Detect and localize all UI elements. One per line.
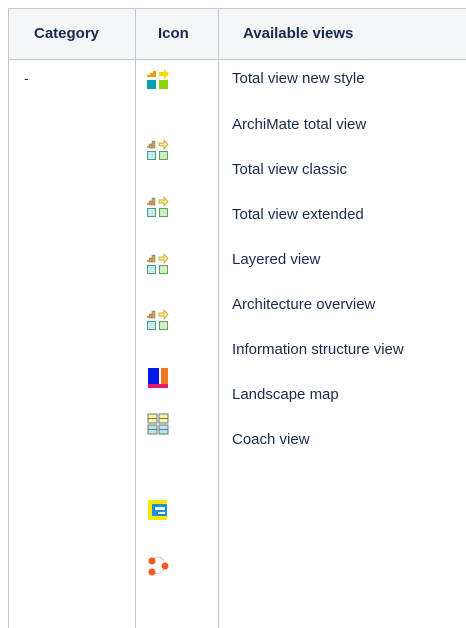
view-total-view-classic: Total view classic [232, 161, 348, 178]
view-landscape-map: Landscape map [232, 386, 339, 403]
coach-view-icon [148, 556, 169, 576]
header-icon: Icon [158, 25, 189, 42]
view-information-structure-view: Information structure view [232, 341, 404, 358]
total-view-extended-icon [147, 253, 169, 274]
header-available-views: Available views [243, 25, 354, 42]
view-archimate-total-view: ArchiMate total view [232, 116, 367, 133]
table-border-left [8, 8, 9, 628]
layered-view-icon [147, 309, 169, 330]
total-view-classic-icon [147, 196, 169, 217]
grid-view-icon [147, 413, 169, 435]
total-view-new-style-icon [147, 69, 169, 89]
category-value: - [24, 70, 29, 86]
nested-view-icon [148, 500, 167, 520]
view-coach-view: Coach view [232, 431, 310, 448]
view-total-view-extended: Total view extended [232, 206, 364, 223]
landscape-map-icon [148, 368, 168, 388]
header-category: Category [34, 25, 100, 42]
view-total-view-new-style: Total view new style [232, 70, 365, 87]
view-architecture-overview: Architecture overview [232, 296, 376, 313]
column-divider-2 [218, 8, 219, 628]
column-divider-1 [135, 8, 136, 628]
table-header-divider [8, 59, 466, 60]
view-layered-view: Layered view [232, 251, 321, 268]
archimate-total-view-icon [147, 139, 169, 160]
